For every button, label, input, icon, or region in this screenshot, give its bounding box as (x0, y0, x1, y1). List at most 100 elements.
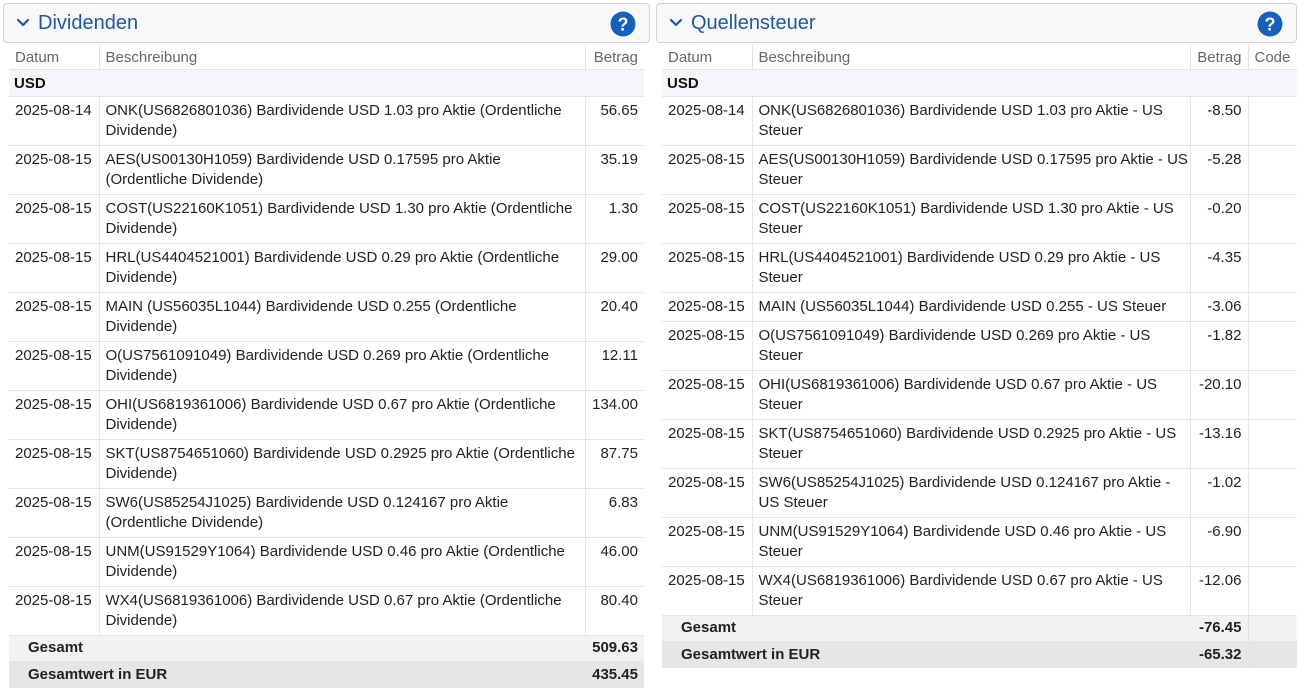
cell-desc: O(US7561091049) Bardividende USD 0.269 p… (99, 342, 585, 391)
cell-code (1248, 420, 1297, 469)
withholding-table: Datum Beschreibung Betrag Code USD 2025-… (662, 45, 1297, 668)
cell-date: 2025-08-15 (9, 244, 99, 293)
cell-amount: -3.06 (1190, 293, 1248, 322)
cell-date: 2025-08-15 (662, 469, 752, 518)
cell-date: 2025-08-15 (9, 342, 99, 391)
cell-date: 2025-08-15 (662, 420, 752, 469)
cell-amount: 80.40 (585, 587, 644, 636)
cell-amount: 56.65 (585, 97, 644, 146)
table-row: 2025-08-15HRL(US4404521001) Bardividende… (9, 244, 644, 293)
cell-amount: 29.00 (585, 244, 644, 293)
cell-code (1248, 97, 1297, 146)
eur-total-label: Gesamtwert in EUR (9, 662, 585, 688)
table-row: 2025-08-15WX4(US6819361006) Bardividende… (9, 587, 644, 636)
cell-date: 2025-08-15 (662, 518, 752, 567)
cell-code (1248, 322, 1297, 371)
cell-date: 2025-08-15 (9, 391, 99, 440)
cell-amount: 134.00 (585, 391, 644, 440)
cell-code (1248, 195, 1297, 244)
eur-code-cell (1248, 642, 1297, 669)
table-row: 2025-08-15OHI(US6819361006) Bardividende… (9, 391, 644, 440)
dividends-header[interactable]: Dividenden ? (3, 3, 650, 43)
cell-desc: ONK(US6826801036) Bardividende USD 1.03 … (99, 97, 585, 146)
cell-date: 2025-08-15 (9, 489, 99, 538)
cell-desc: COST(US22160K1051) Bardividende USD 1.30… (752, 195, 1190, 244)
table-row: 2025-08-15WX4(US6819361006) Bardividende… (662, 567, 1297, 616)
cell-amount: 12.11 (585, 342, 644, 391)
column-header-amount[interactable]: Betrag (1190, 45, 1248, 70)
help-icon[interactable]: ? (1257, 11, 1283, 37)
cell-date: 2025-08-15 (662, 567, 752, 616)
table-row: 2025-08-15HRL(US4404521001) Bardividende… (662, 244, 1297, 293)
cell-amount: 87.75 (585, 440, 644, 489)
cell-code (1248, 371, 1297, 420)
table-row: 2025-08-14ONK(US6826801036) Bardividende… (9, 97, 644, 146)
table-row: 2025-08-15UNM(US91529Y1064) Bardividende… (9, 538, 644, 587)
cell-desc: SKT(US8754651060) Bardividende USD 0.292… (99, 440, 585, 489)
table-row: 2025-08-15AES(US00130H1059) Bardividende… (662, 146, 1297, 195)
cell-date: 2025-08-15 (9, 440, 99, 489)
column-header-description[interactable]: Beschreibung (752, 45, 1190, 70)
cell-amount: 6.83 (585, 489, 644, 538)
cell-amount: 20.40 (585, 293, 644, 342)
cell-desc: AES(US00130H1059) Bardividende USD 0.175… (752, 146, 1190, 195)
cell-date: 2025-08-15 (662, 293, 752, 322)
cell-date: 2025-08-15 (662, 371, 752, 420)
table-row: 2025-08-15MAIN (US56035L1044) Bardividen… (9, 293, 644, 342)
cell-amount: 1.30 (585, 195, 644, 244)
total-label: Gesamt (9, 636, 585, 662)
cell-desc: SW6(US85254J1025) Bardividende USD 0.124… (99, 489, 585, 538)
cell-amount: -0.20 (1190, 195, 1248, 244)
table-row: 2025-08-15O(US7561091049) Bardividende U… (9, 342, 644, 391)
cell-desc: UNM(US91529Y1064) Bardividende USD 0.46 … (99, 538, 585, 587)
cell-date: 2025-08-15 (9, 538, 99, 587)
table-row: 2025-08-15COST(US22160K1051) Bardividend… (662, 195, 1297, 244)
cell-desc: MAIN (US56035L1044) Bardividende USD 0.2… (752, 293, 1190, 322)
dividends-title: Dividenden (38, 12, 138, 35)
cell-date: 2025-08-15 (662, 244, 752, 293)
withholding-header[interactable]: Quellensteuer ? (656, 3, 1297, 43)
dividends-table: Datum Beschreibung Betrag USD 2025-08-14… (9, 45, 644, 688)
cell-amount: -5.28 (1190, 146, 1248, 195)
chevron-down-icon[interactable] (669, 16, 683, 30)
cell-date: 2025-08-15 (662, 322, 752, 371)
currency-group-label: USD (662, 70, 1297, 97)
column-header-code[interactable]: Code (1248, 45, 1297, 70)
svg-text:?: ? (618, 15, 629, 35)
cell-date: 2025-08-15 (9, 293, 99, 342)
cell-desc: O(US7561091049) Bardividende USD 0.269 p… (752, 322, 1190, 371)
cell-amount: -1.82 (1190, 322, 1248, 371)
table-row: 2025-08-15MAIN (US56035L1044) Bardividen… (662, 293, 1297, 322)
cell-date: 2025-08-15 (9, 146, 99, 195)
cell-date: 2025-08-14 (9, 97, 99, 146)
cell-desc: WX4(US6819361006) Bardividende USD 0.67 … (99, 587, 585, 636)
cell-desc: SKT(US8754651060) Bardividende USD 0.292… (752, 420, 1190, 469)
column-header-date[interactable]: Datum (662, 45, 752, 70)
cell-desc: ONK(US6826801036) Bardividende USD 1.03 … (752, 97, 1190, 146)
table-row: 2025-08-15OHI(US6819361006) Bardividende… (662, 371, 1297, 420)
table-row: 2025-08-15UNM(US91529Y1064) Bardividende… (662, 518, 1297, 567)
cell-amount: -6.90 (1190, 518, 1248, 567)
table-row: 2025-08-15SW6(US85254J1025) Bardividende… (9, 489, 644, 538)
column-header-description[interactable]: Beschreibung (99, 45, 585, 70)
total-value: -76.45 (1190, 616, 1248, 642)
column-header-date[interactable]: Datum (9, 45, 99, 70)
table-row: 2025-08-15SW6(US85254J1025) Bardividende… (662, 469, 1297, 518)
total-code-cell (1248, 616, 1297, 642)
total-value: 509.63 (585, 636, 644, 662)
cell-amount: -12.06 (1190, 567, 1248, 616)
table-row: 2025-08-15COST(US22160K1051) Bardividend… (9, 195, 644, 244)
table-row: 2025-08-15SKT(US8754651060) Bardividende… (662, 420, 1297, 469)
cell-date: 2025-08-15 (9, 195, 99, 244)
cell-date: 2025-08-15 (662, 195, 752, 244)
help-icon[interactable]: ? (610, 11, 636, 37)
column-header-amount[interactable]: Betrag (585, 45, 644, 70)
cell-code (1248, 244, 1297, 293)
chevron-down-icon[interactable] (16, 16, 30, 30)
cell-amount: -13.16 (1190, 420, 1248, 469)
table-row: 2025-08-15O(US7561091049) Bardividende U… (662, 322, 1297, 371)
eur-total-value: 435.45 (585, 662, 644, 688)
cell-desc: HRL(US4404521001) Bardividende USD 0.29 … (752, 244, 1190, 293)
cell-desc: SW6(US85254J1025) Bardividende USD 0.124… (752, 469, 1190, 518)
withholding-tax-panel: Quellensteuer ? Datum Beschreibung Betra… (656, 3, 1297, 668)
